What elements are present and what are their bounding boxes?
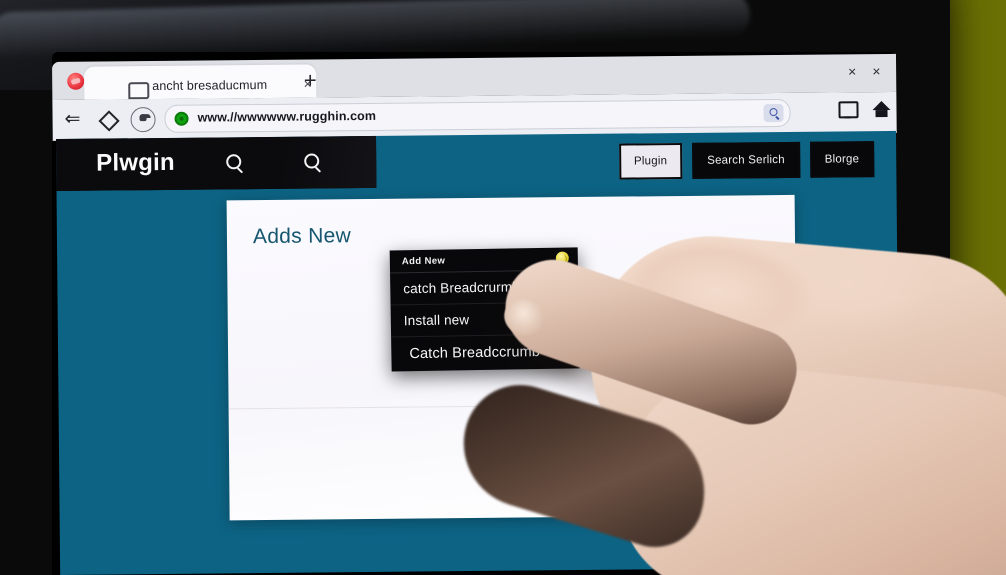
site-navbar-content: Plwgin [56,136,376,191]
url-text: www.//wwwwww.rugghin.com [197,108,377,125]
check-icon [548,274,567,295]
blorge-button[interactable]: Blorge [809,141,875,178]
notification-badge-icon [555,251,569,265]
dropdown-item-label: catch Breadcrurmb [403,279,521,297]
browser-tab[interactable]: ancht bresaducmum × [84,64,317,100]
card-divider [228,402,797,410]
plugin-button[interactable]: Plugin [618,142,683,180]
diamond-icon[interactable] [96,107,120,132]
browser-chrome: ancht bresaducmum × + × × ⇐ www.//wwwwww… [52,53,897,141]
dropdown-item-install-new[interactable]: Install new [390,302,580,338]
new-tab-button[interactable]: + [298,67,322,92]
profile-icon[interactable] [130,107,156,133]
screenshot-stage: ancht bresaducmum × + × × ⇐ www.//wwwwww… [0,0,1006,575]
search-icon[interactable] [304,153,321,170]
secure-lock-icon [174,111,189,126]
web-page: Plwgin Plugin Search Serlich Blorge Adds… [56,130,901,575]
dropdown-header: Add New [389,247,579,274]
tab-favicon-icon [128,82,150,100]
dropdown-item-label: Catch Breadccrumb [409,343,541,363]
dropdown-item-catch-breadcrumb[interactable]: catch Breadcrurmb [390,270,579,306]
search-icon[interactable] [763,103,784,123]
url-bar[interactable]: www.//wwwwww.rugghin.com [164,98,791,133]
tab-title: ancht bresaducmum [152,77,268,94]
close-icon[interactable]: × [848,63,856,79]
window-controls: × × [848,63,881,79]
search-icon[interactable] [226,154,243,171]
page-title: Adds New [252,224,352,249]
dropdown-item-label: Install new [403,312,470,329]
site-brand[interactable]: Plwgin [96,149,175,178]
back-arrow-icon[interactable]: ⇐ [60,108,84,132]
add-new-dropdown: Add New catch Breadcrurmb Install new Ca… [389,247,580,372]
home-icon[interactable] [872,100,891,111]
browser-logo-icon [67,72,85,90]
close-icon[interactable]: × [872,63,880,79]
nav-button-group: Plugin Search Serlich Blorge [618,141,875,180]
dropdown-header-label: Add New [401,255,446,267]
search-serlich-button[interactable]: Search Serlich [692,141,800,179]
toolbar-right-icons [838,100,891,119]
monitor-icon[interactable] [838,101,859,119]
dropdown-item-catch-breadccrumb[interactable]: Catch Breadccrumb [391,334,580,371]
